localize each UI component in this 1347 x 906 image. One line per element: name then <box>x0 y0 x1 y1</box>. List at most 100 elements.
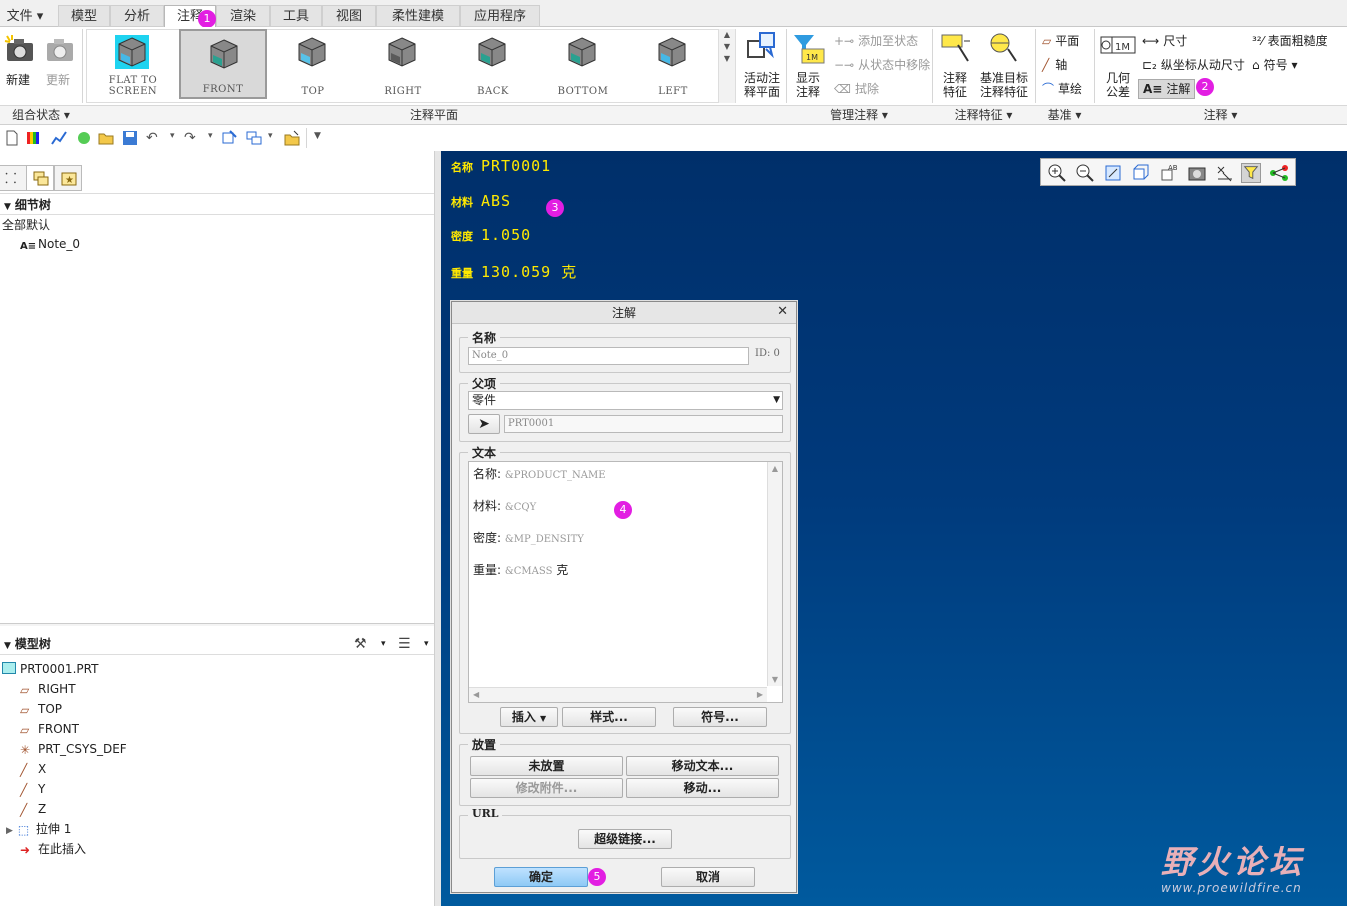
view-orientation-icon[interactable] <box>1131 163 1151 183</box>
group-annotations[interactable]: 注释 ▾ <box>1094 106 1347 125</box>
note-button[interactable]: A≡ 注解 <box>1138 79 1196 99</box>
tab-analysis[interactable]: 分析 <box>110 5 164 27</box>
tab-view[interactable]: 视图 <box>322 5 376 27</box>
model-tree-item-x[interactable]: ╱ X <box>20 759 46 779</box>
tab-layers-icon[interactable] <box>26 165 54 191</box>
close-icon[interactable]: ✕ <box>777 304 788 319</box>
appearance-icon[interactable] <box>26 130 42 146</box>
redo-dropdown[interactable]: ▾ <box>208 131 213 141</box>
annotation-display-icon[interactable] <box>1241 163 1261 183</box>
open-folder-icon[interactable] <box>98 130 114 146</box>
datum-axis-button[interactable]: ╱ 轴 <box>1042 57 1067 73</box>
model-tree-item-right[interactable]: ▱ RIGHT <box>20 679 76 699</box>
show-annotation-button[interactable]: 1M 显示 注释 <box>792 31 828 101</box>
remove-from-state-button[interactable]: −⊸ 从状态中移除 <box>834 57 930 73</box>
chart-icon[interactable] <box>51 130 67 146</box>
ok-button[interactable]: 确定 <box>494 867 588 887</box>
panel-splitter[interactable] <box>0 623 434 626</box>
parent-type-select[interactable]: 零件 ▼ <box>468 391 783 410</box>
surface-finish-button[interactable]: ³²⁄ 表面粗糙度 <box>1252 33 1328 49</box>
close-window-icon[interactable] <box>284 130 300 146</box>
model-tree-item-csys[interactable]: ✳ PRT_CSYS_DEF <box>20 739 127 759</box>
windows-dropdown[interactable]: ▾ <box>268 131 273 141</box>
new-file-icon[interactable] <box>4 130 20 146</box>
saved-orientations-icon[interactable]: AB <box>1159 163 1179 183</box>
view-button-back[interactable]: BACK <box>449 29 537 99</box>
sphere-icon[interactable] <box>76 130 92 146</box>
horizontal-scrollbar[interactable]: ◀ ▶ <box>469 687 767 702</box>
add-to-state-button[interactable]: +⊸ 添加至状态 <box>834 33 918 49</box>
sketch-button[interactable]: ⌒ 草绘 <box>1042 81 1082 97</box>
model-tree-header[interactable]: ▼ 模型树 <box>0 633 434 655</box>
note-text-editor[interactable]: 名称: &PRODUCT_NAME 材料: &CQY 密度: &MP_DENSI… <box>468 461 783 703</box>
vertical-scrollbar[interactable]: ▲ ▼ <box>767 462 782 686</box>
view-button-flat-to-screen[interactable]: FLAT TO SCREEN <box>89 29 177 99</box>
tree-settings-dropdown[interactable]: ▾ <box>381 639 386 649</box>
hyperlink-button[interactable]: 超级链接... <box>578 829 672 849</box>
ordinate-dimension-button[interactable]: ⊏₂ 纵坐标从动尺寸 <box>1142 57 1245 73</box>
windows-icon[interactable] <box>246 130 262 146</box>
move-text-button[interactable]: 移动文本... <box>626 756 779 776</box>
tab-model[interactable]: 模型 <box>58 5 110 27</box>
tab-flexible-modeling[interactable]: 柔性建模 <box>376 5 460 27</box>
annotation-feature-button[interactable]: 注释 特征 <box>940 31 974 101</box>
refit-icon[interactable] <box>1103 163 1123 183</box>
customize-toolbar-dropdown[interactable]: ▼ <box>314 131 321 141</box>
move-button[interactable]: 移动... <box>626 778 779 798</box>
select-parent-button[interactable]: ➤ <box>468 414 500 434</box>
file-menu[interactable]: 文件 ▾ <box>0 5 50 27</box>
detail-item-note[interactable]: A≡ Note_0 <box>20 234 80 254</box>
note-name-field[interactable]: Note_0 <box>468 347 749 365</box>
view-button-front[interactable]: FRONT <box>179 29 267 99</box>
view-button-bottom[interactable]: BOTTOM <box>539 29 627 99</box>
group-annotation-features[interactable]: 注释特征 ▾ <box>932 106 1035 125</box>
spin-center-icon[interactable] <box>1269 163 1289 183</box>
erase-button[interactable]: ⌫ 拭除 <box>834 81 879 97</box>
tab-tools[interactable]: 工具 <box>270 5 322 27</box>
view-button-top[interactable]: TOP <box>269 29 357 99</box>
activate-annotation-plane-button[interactable]: 活动注 释平面 <box>740 31 784 101</box>
symbol-button[interactable]: ⌂ 符号 ▾ <box>1252 57 1297 73</box>
symbol-button[interactable]: 符号... <box>673 707 767 727</box>
panel-sash[interactable] <box>434 151 441 906</box>
detail-tree-header[interactable]: ▼ 细节树 <box>0 193 434 215</box>
dimension-button[interactable]: ⟷ 尺寸 <box>1142 33 1187 49</box>
regenerate-icon[interactable] <box>222 130 238 146</box>
redo-icon[interactable]: ↷ <box>184 130 196 146</box>
cancel-button[interactable]: 取消 <box>661 867 755 887</box>
group-manage-annotations[interactable]: 管理注释 ▾ <box>786 106 932 125</box>
gtol-button[interactable]: 1M 几何 公差 <box>1100 31 1136 101</box>
update-button[interactable]: 更新 <box>44 33 76 99</box>
tab-render[interactable]: 渲染 <box>216 5 270 27</box>
model-tree-item-part[interactable]: PRT0001.PRT <box>2 659 98 679</box>
group-combination-state[interactable]: 组合状态 ▾ <box>0 106 82 125</box>
zoom-in-icon[interactable] <box>1047 163 1067 183</box>
tab-favorites-icon[interactable]: ★ <box>54 165 82 191</box>
model-tree-item-y[interactable]: ╱ Y <box>20 779 45 799</box>
parent-reference-field[interactable]: PRT0001 <box>504 415 783 433</box>
display-style-icon[interactable] <box>1187 163 1207 183</box>
view-button-left[interactable]: LEFT <box>629 29 717 99</box>
model-tree-item-front[interactable]: ▱ FRONT <box>20 719 79 739</box>
modify-attachment-button[interactable]: 修改附件... <box>470 778 623 798</box>
undo-icon[interactable]: ↶ <box>146 130 158 146</box>
unplaced-button[interactable]: 未放置 <box>470 756 623 776</box>
new-combination-button[interactable]: 新建 <box>4 33 36 99</box>
model-tree-insert-here[interactable]: ➜ 在此插入 <box>20 839 86 859</box>
datum-target-button[interactable]: 基准目标 注释特征 <box>978 31 1030 101</box>
view-button-right[interactable]: RIGHT <box>359 29 447 99</box>
tree-settings-icon[interactable]: ⚒ <box>354 636 367 652</box>
insert-button[interactable]: 插入 ▼ <box>500 707 558 727</box>
datum-plane-button[interactable]: ▱ 平面 <box>1042 33 1079 49</box>
show-options-dropdown[interactable]: ▾ <box>424 639 429 649</box>
zoom-out-icon[interactable] <box>1075 163 1095 183</box>
style-button[interactable]: 样式... <box>562 707 656 727</box>
model-tree-item-extrude[interactable]: ▶ ⬚ 拉伸 1 <box>6 819 71 841</box>
tab-model-tree-icon[interactable]: ⸬ <box>0 165 28 191</box>
show-options-icon[interactable]: ☰ <box>398 636 411 652</box>
datum-display-icon[interactable] <box>1215 163 1235 183</box>
save-icon[interactable] <box>122 130 138 146</box>
gallery-scroll[interactable]: ▲ ▼ ▼ <box>718 29 735 103</box>
model-tree-item-top[interactable]: ▱ TOP <box>20 699 62 719</box>
undo-dropdown[interactable]: ▾ <box>170 131 175 141</box>
